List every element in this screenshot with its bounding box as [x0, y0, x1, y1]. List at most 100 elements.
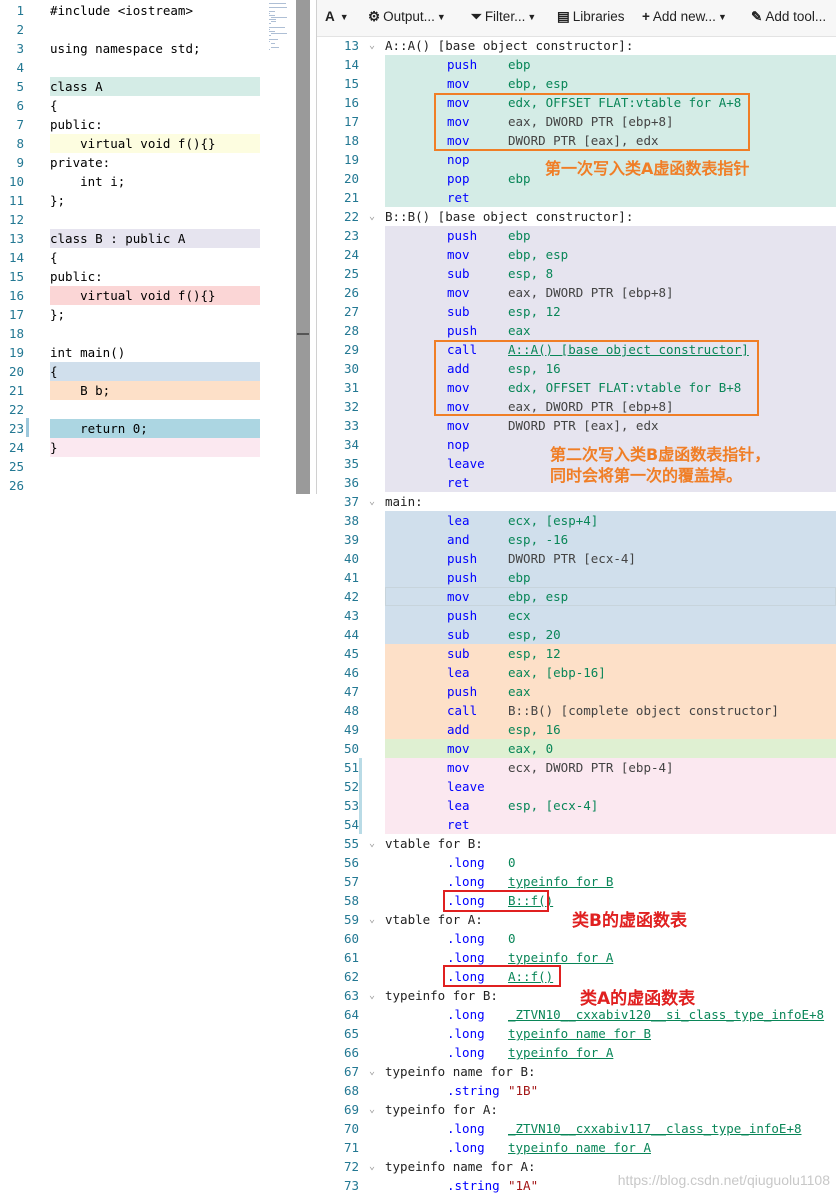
asm-instruction-line[interactable]: 50 mov eax, 0: [317, 739, 836, 758]
fold-chevron-icon[interactable]: ⌄: [369, 1100, 375, 1119]
source-line[interactable]: 14 {: [0, 248, 268, 267]
source-line[interactable]: 21 B b;: [0, 381, 268, 400]
asm-instruction-line[interactable]: 14 push ebp: [317, 55, 836, 74]
source-line[interactable]: 5 class A: [0, 77, 268, 96]
source-minimap[interactable]: [268, 0, 296, 494]
asm-instruction-line[interactable]: 15 mov ebp, esp: [317, 74, 836, 93]
asm-instruction-line[interactable]: 27 sub esp, 12: [317, 302, 836, 321]
libraries-button[interactable]: ▤ Libraries: [557, 9, 625, 25]
asm-instruction-line[interactable]: 23 push ebp: [317, 226, 836, 245]
source-line[interactable]: 3 using namespace std;: [0, 39, 268, 58]
asm-instruction-line[interactable]: 56 .long 0: [317, 853, 836, 872]
source-line[interactable]: 9 private:: [0, 153, 268, 172]
fold-chevron-icon[interactable]: ⌄: [369, 986, 375, 1005]
source-code-text: virtual void f(){}: [50, 136, 216, 151]
asm-instruction-line[interactable]: 26 mov eax, DWORD PTR [ebp+8]: [317, 283, 836, 302]
asm-instruction-line[interactable]: 45 sub esp, 12: [317, 644, 836, 663]
source-line[interactable]: 7 public:: [0, 115, 268, 134]
source-editor[interactable]: 1 #include <iostream> 2 3 using namespace st…: [0, 0, 268, 494]
asm-instruction-line[interactable]: 21 ret: [317, 188, 836, 207]
assembly-output[interactable]: 13 ⌄ A::A() [base object constructor]: 14 pu…: [317, 36, 836, 1198]
asm-instruction-line[interactable]: 65 .long typeinfo name for B: [317, 1024, 836, 1043]
asm-opcode: sub: [447, 266, 470, 281]
source-line[interactable]: 25: [0, 457, 268, 476]
fold-chevron-icon[interactable]: ⌄: [369, 1157, 375, 1176]
asm-instruction-line[interactable]: 49 add esp, 16: [317, 720, 836, 739]
source-line[interactable]: 4: [0, 58, 268, 77]
asm-instruction-line[interactable]: 64 .long _ZTVN10__cxxabiv120__si_class_typ…: [317, 1005, 836, 1024]
fold-chevron-icon[interactable]: ⌄: [369, 207, 375, 226]
source-line[interactable]: 1 #include <iostream>: [0, 1, 268, 20]
source-line[interactable]: 12: [0, 210, 268, 229]
fold-chevron-icon[interactable]: ⌄: [369, 834, 375, 853]
asm-instruction-line[interactable]: 51 mov ecx, DWORD PTR [ebp-4]: [317, 758, 836, 777]
fold-chevron-icon[interactable]: ⌄: [369, 910, 375, 929]
asm-instruction-line[interactable]: 40 push DWORD PTR [ecx-4]: [317, 549, 836, 568]
caret-down-icon: ▼: [717, 12, 727, 22]
source-line[interactable]: 2: [0, 20, 268, 39]
asm-opcode: lea: [447, 513, 470, 528]
asm-instruction-line[interactable]: 70 .long _ZTVN10__cxxabiv117__class_type_i…: [317, 1119, 836, 1138]
asm-label-line[interactable]: 67 ⌄ typeinfo name for B:: [317, 1062, 836, 1081]
source-line[interactable]: 8 virtual void f(){}: [0, 134, 268, 153]
source-line[interactable]: 19 int main(): [0, 343, 268, 362]
asm-instruction-line[interactable]: 25 sub esp, 8: [317, 264, 836, 283]
source-line[interactable]: 23 return 0;: [0, 419, 268, 438]
add-tool-dropdown[interactable]: ✎ Add tool...: [751, 9, 826, 25]
asm-instruction-line[interactable]: 46 lea eax, [ebp-16]: [317, 663, 836, 682]
asm-instruction-line[interactable]: 39 and esp, -16: [317, 530, 836, 549]
asm-label-line[interactable]: 22 ⌄ B::B() [base object constructor]:: [317, 207, 836, 226]
asm-operands[interactable]: _ZTVN10__cxxabiv117__class_type_infoE+8: [508, 1119, 802, 1138]
asm-instruction-line[interactable]: 38 lea ecx, [esp+4]: [317, 511, 836, 530]
asm-instruction-line[interactable]: 43 push ecx: [317, 606, 836, 625]
source-line[interactable]: 11};: [0, 191, 268, 210]
asm-label: typeinfo for B:: [385, 988, 498, 1003]
source-line[interactable]: 17};: [0, 305, 268, 324]
fold-chevron-icon[interactable]: ⌄: [369, 36, 375, 55]
output-dropdown[interactable]: ⚙ Output... ▼: [368, 9, 446, 25]
source-line[interactable]: 16 virtual void f(){}: [0, 286, 268, 305]
asm-instruction-line[interactable]: 68 .string "1B": [317, 1081, 836, 1100]
asm-label-line[interactable]: 69 ⌄ typeinfo for A:: [317, 1100, 836, 1119]
asm-operands[interactable]: typeinfo for A: [508, 1043, 613, 1062]
source-line[interactable]: 10 int i;: [0, 172, 268, 191]
source-line[interactable]: 18: [0, 324, 268, 343]
source-line[interactable]: 6{: [0, 96, 268, 115]
asm-instruction-line[interactable]: 62 .long A::f(): [317, 967, 836, 986]
asm-operands[interactable]: typeinfo name for A: [508, 1138, 651, 1157]
fold-chevron-icon[interactable]: ⌄: [369, 492, 375, 511]
asm-instruction-line[interactable]: 41 push ebp: [317, 568, 836, 587]
asm-instruction-line[interactable]: 33 mov DWORD PTR [eax], edx: [317, 416, 836, 435]
asm-instruction-line[interactable]: 44 sub esp, 20: [317, 625, 836, 644]
asm-instruction-line[interactable]: 53 lea esp, [ecx-4]: [317, 796, 836, 815]
source-line[interactable]: 26: [0, 476, 268, 495]
asm-instruction-line[interactable]: 71 .long typeinfo name for A: [317, 1138, 836, 1157]
asm-label-line[interactable]: 37 ⌄ main:: [317, 492, 836, 511]
asm-label-line[interactable]: 13 ⌄ A::A() [base object constructor]:: [317, 36, 836, 55]
add-new-dropdown[interactable]: + Add new... ▼: [642, 9, 727, 24]
asm-instruction-line[interactable]: 48 call B::B() [complete object constructo…: [317, 701, 836, 720]
asm-instruction-line[interactable]: 28 push eax: [317, 321, 836, 340]
asm-instruction-line[interactable]: 57 .long typeinfo for B: [317, 872, 836, 891]
plus-icon: +: [642, 9, 650, 24]
filter-dropdown[interactable]: ⏷ Filter... ▼: [471, 9, 536, 25]
asm-instruction-line[interactable]: 54 ret: [317, 815, 836, 834]
asm-instruction-line[interactable]: 24 mov ebp, esp: [317, 245, 836, 264]
asm-operands[interactable]: typeinfo for B: [508, 872, 613, 891]
source-line[interactable]: 20 {: [0, 362, 268, 381]
asm-operands[interactable]: typeinfo name for B: [508, 1024, 651, 1043]
asm-instruction-line[interactable]: 52 leave: [317, 777, 836, 796]
asm-instruction-line[interactable]: 61 .long typeinfo for A: [317, 948, 836, 967]
font-size-button[interactable]: A ▼: [325, 9, 349, 24]
source-line[interactable]: 22: [0, 400, 268, 419]
asm-instruction-line[interactable]: 47 push eax: [317, 682, 836, 701]
asm-label-line[interactable]: 63 ⌄ typeinfo for B:: [317, 986, 836, 1005]
pane-splitter[interactable]: [296, 0, 310, 494]
source-line[interactable]: 24}: [0, 438, 268, 457]
asm-instruction-line[interactable]: 60 .long 0: [317, 929, 836, 948]
fold-chevron-icon[interactable]: ⌄: [369, 1062, 375, 1081]
asm-label-line[interactable]: 55 ⌄ vtable for B:: [317, 834, 836, 853]
source-line[interactable]: 13 class B : public A: [0, 229, 268, 248]
source-line[interactable]: 15 public:: [0, 267, 268, 286]
asm-instruction-line[interactable]: 66 .long typeinfo for A: [317, 1043, 836, 1062]
